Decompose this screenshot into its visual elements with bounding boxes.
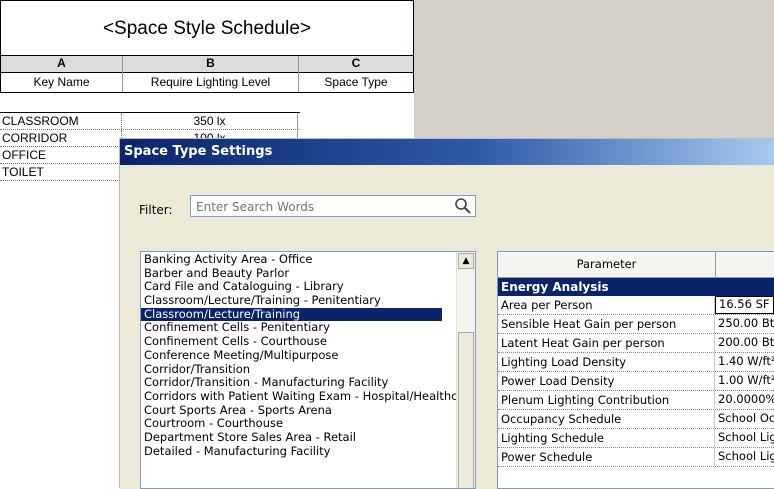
parameter-value[interactable]: 250.00 Btu/h [715,315,774,333]
key-name-cell[interactable]: CLASSROOM [0,113,122,129]
space-type-list-item[interactable]: Corridor/Transition - Manufacturing Faci… [141,375,475,390]
filter-box [190,195,476,217]
space-type-list-item[interactable]: Classroom/Lecture/Training [141,307,442,322]
key-name-cell[interactable]: OFFICE [0,147,122,163]
parameter-value[interactable]: 16.56 SF [715,296,774,314]
column-names-row: Key Name Require Lighting Level Space Ty… [0,72,414,93]
space-type-list-item[interactable]: Conference Meeting/Multipurpose [141,348,475,363]
parameter-row[interactable]: Plenum Lighting Contribution 20.0000% [498,391,774,410]
space-type-list-item[interactable]: Confinement Cells - Courthouse [141,334,475,349]
column-letter-c[interactable]: C [299,56,413,72]
space-type-list-item[interactable]: Courtroom - Courthouse [141,417,475,431]
space-type-list-item[interactable]: Card File and Cataloguing - Library [141,280,475,294]
space-type-list-item[interactable]: Department Store Sales Area - Retail [141,430,475,445]
parameter-value[interactable]: School Occupancy [715,410,774,428]
parameter-row[interactable]: Power Load Density 1.00 W/ft² [498,372,774,391]
lighting-level-cell[interactable]: 350 lx [122,113,298,129]
parameter-row[interactable]: Occupancy ScheduleSchool Occupancy [498,410,774,429]
space-type-list-item[interactable]: Confinement Cells - Penitentiary [141,321,475,335]
space-type-list[interactable]: Banking Activity Area - Office Barber and… [140,251,476,489]
filter-search-input[interactable] [191,197,446,217]
table-row[interactable]: CLASSROOM 350 lx [0,112,300,130]
column-header-lighting-level[interactable]: Require Lighting Level [123,72,299,92]
parameter-column-header[interactable]: Parameter [498,252,716,277]
parameter-row[interactable]: Sensible Heat Gain per person250.00 Btu/… [498,315,774,334]
parameter-name: Occupancy Schedule [498,410,715,428]
parameter-row[interactable]: Latent Heat Gain per person200.00 Btu/h [498,334,774,353]
key-name-cell[interactable]: CORRIDOR [0,130,122,146]
space-type-list-item[interactable]: Banking Activity Area - Office [141,252,475,267]
list-scrollbar[interactable]: ▲ [456,252,475,488]
column-header-space-type[interactable]: Space Type [299,72,413,92]
energy-analysis-section: Energy Analysis [498,278,774,296]
parameter-name: Power Schedule [498,448,715,466]
column-letter-b[interactable]: B [123,56,299,72]
parameter-value[interactable]: School Lighting [715,429,774,447]
parameter-name: Power Load Density [498,372,715,390]
column-letters-row: A B C [0,55,414,73]
parameter-value[interactable]: School Lighting [715,448,774,466]
scroll-up-icon[interactable]: ▲ [458,253,474,269]
space-type-list-item[interactable]: Corridor/Transition [141,362,475,377]
parameter-value[interactable]: 200.00 Btu/h [715,334,774,352]
space-type-settings-dialog: Space Type Settings Filter: Banking Acti… [120,139,774,489]
parameter-row[interactable]: Lighting ScheduleSchool Lighting [498,429,774,448]
parameter-table: Parameter Energy Analysis Area per Perso… [497,251,774,489]
parameter-name: Sensible Heat Gain per person [498,315,715,333]
space-type-list-item[interactable]: Court Sports Area - Sports Arena [141,403,475,418]
parameter-value[interactable]: 20.0000% [715,391,774,409]
parameter-name: Plenum Lighting Contribution [498,391,715,409]
parameter-table-header: Parameter [498,252,774,278]
search-icon[interactable] [454,197,472,215]
space-type-list-item[interactable]: Barber and Beauty Parlor [141,266,475,281]
parameter-value[interactable]: 1.40 W/ft² [715,353,774,371]
parameter-name: Latent Heat Gain per person [498,334,715,352]
filter-label: Filter: [139,203,173,217]
parameter-name: Area per Person [498,296,715,314]
scrollbar-thumb[interactable] [458,332,474,488]
column-letter-a[interactable]: A [1,56,123,72]
space-type-list-item[interactable]: Corridors with Patient Waiting Exam - Ho… [141,389,475,404]
parameter-row[interactable]: Lighting Load Density 1.40 W/ft² [498,353,774,372]
parameter-row[interactable]: Power ScheduleSchool Lighting [498,448,774,467]
parameter-name: Lighting Schedule [498,429,715,447]
space-type-list-item[interactable]: Detailed - Manufacturing Facility [141,444,475,459]
space-type-list-item[interactable]: Classroom/Lecture/Training - Penitentiar… [141,293,475,308]
parameter-value[interactable]: 1.00 W/ft² [715,372,774,390]
key-name-cell[interactable]: TOILET [0,164,122,180]
dialog-title[interactable]: Space Type Settings [120,139,774,165]
schedule-title: <Space Style Schedule> [0,0,414,56]
parameter-row[interactable]: Area per Person 16.56 SF [498,296,774,315]
parameter-name: Lighting Load Density [498,353,715,371]
column-header-key-name[interactable]: Key Name [1,72,123,92]
